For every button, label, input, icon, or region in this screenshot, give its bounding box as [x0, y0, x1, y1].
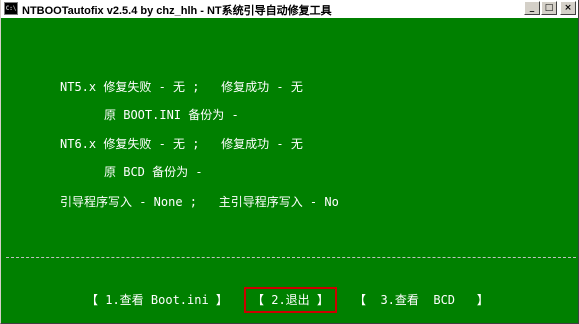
- divider: [6, 257, 576, 258]
- maximize-button[interactable]: □: [541, 1, 557, 15]
- menu-exit[interactable]: 【 2.退出 】: [244, 287, 337, 313]
- nt5-backup-line: 原 BOOT.INI 备份为 -: [104, 108, 239, 122]
- nt6-status-line: NT6.x 修复失败 - 无 ; 修复成功 - 无: [60, 137, 303, 151]
- console-window: C:\ NTBOOTautofix v2.5.4 by chz_hlh - NT…: [0, 0, 579, 324]
- console-output: NT5.x 修复失败 - 无 ; 修复成功 - 无 原 BOOT.INI 备份为…: [1, 18, 578, 323]
- console-app-icon[interactable]: C:\: [4, 2, 18, 15]
- nt5-status-line: NT5.x 修复失败 - 无 ; 修复成功 - 无: [60, 80, 303, 94]
- menu-view-bcd[interactable]: 【 3.查看 BCD 】: [354, 287, 489, 313]
- title-bar[interactable]: C:\ NTBOOTautofix v2.5.4 by chz_hlh - NT…: [1, 0, 578, 18]
- caption-buttons: _ □ ×: [523, 1, 576, 17]
- boot-write-line: 引导程序写入 - None ; 主引导程序写入 - No: [60, 195, 339, 209]
- nt6-backup-line: 原 BCD 备份为 -: [104, 165, 203, 179]
- minimize-button[interactable]: _: [524, 1, 540, 15]
- window-title: NTBOOTautofix v2.5.4 by chz_hlh - NT系统引导…: [22, 5, 332, 17]
- close-button[interactable]: ×: [560, 1, 576, 15]
- menu-view-bootini[interactable]: 【 1.查看 Boot.ini 】: [86, 287, 228, 313]
